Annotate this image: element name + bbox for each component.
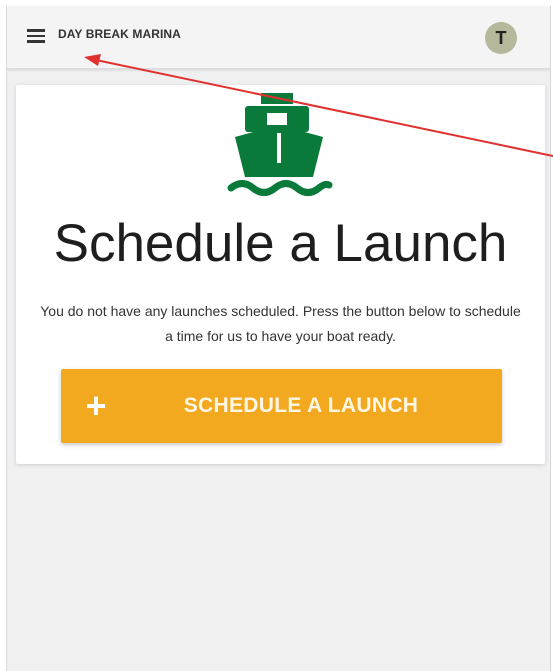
- launch-card: Schedule a Launch You do not have any la…: [16, 85, 545, 464]
- app-window: DAY BREAK MARINA T Schedule a Launch You…: [6, 6, 551, 671]
- avatar[interactable]: T: [485, 22, 517, 54]
- schedule-launch-label: SCHEDULE A LAUNCH: [183, 394, 419, 417]
- boat-icon: [227, 93, 333, 196]
- schedule-launch-button[interactable]: + SCHEDULE A LAUNCH: [61, 369, 502, 443]
- hamburger-menu-icon[interactable]: [25, 26, 47, 46]
- page-title: Schedule a Launch: [53, 214, 508, 273]
- app-title: DAY BREAK MARINA: [58, 27, 181, 41]
- app-bar: DAY BREAK MARINA T: [7, 6, 550, 69]
- empty-state-description: You do not have any launches scheduled. …: [40, 303, 521, 344]
- plus-icon: +: [85, 385, 107, 426]
